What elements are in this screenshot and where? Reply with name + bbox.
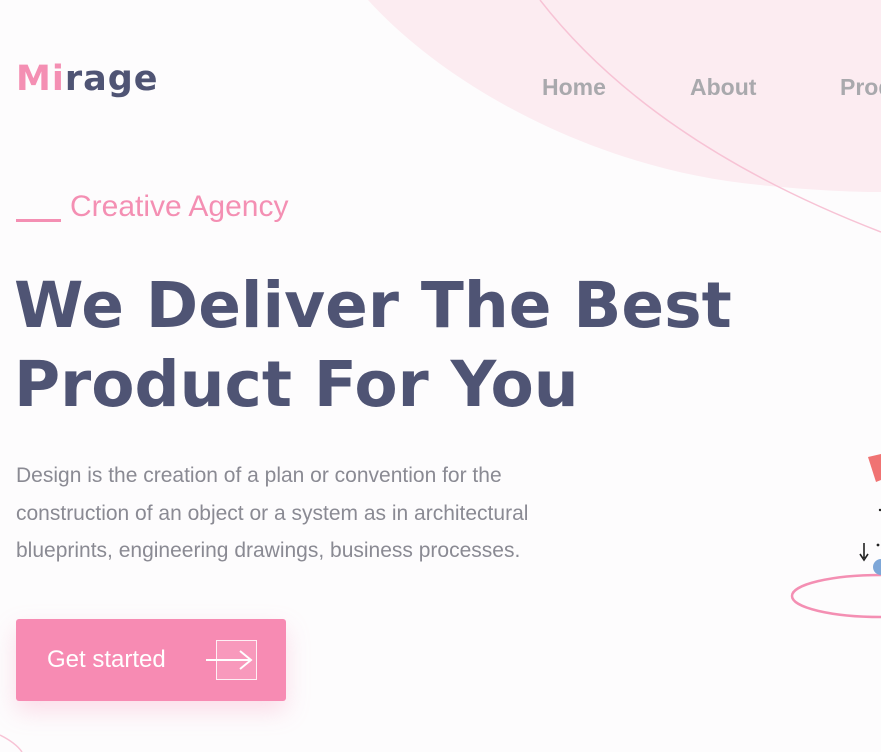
get-started-button[interactable]: Get started [16,619,286,701]
logo-suffix: rage [64,59,159,99]
hero-description: Design is the creation of a plan or conv… [16,464,529,562]
illustration-arrow [859,543,869,562]
cta-label: Get started [47,646,166,673]
illustration-ellipse [790,573,881,619]
nav-item-about[interactable]: About [690,74,840,101]
eyebrow-line [16,218,61,222]
eyebrow-text: Creative Agency [70,190,289,223]
eyebrow: Creative Agency [16,190,288,224]
brand-logo[interactable]: Mirage [16,62,159,97]
headline-line-2: Product For You [14,348,579,421]
nav-item-home[interactable]: Home [542,74,690,101]
hero-illustration [790,454,881,619]
main-nav: Home About Prod [542,74,881,101]
arrow-right-icon [206,650,253,670]
logo-prefix: Mi [16,59,65,99]
illustration-dot [873,559,881,575]
headline-line-1: We Deliver The Best [14,269,732,342]
illustration-flag [868,454,881,482]
nav-item-products[interactable]: Prod [840,74,881,101]
hero-headline: We Deliver The Best Product For You [14,266,734,424]
